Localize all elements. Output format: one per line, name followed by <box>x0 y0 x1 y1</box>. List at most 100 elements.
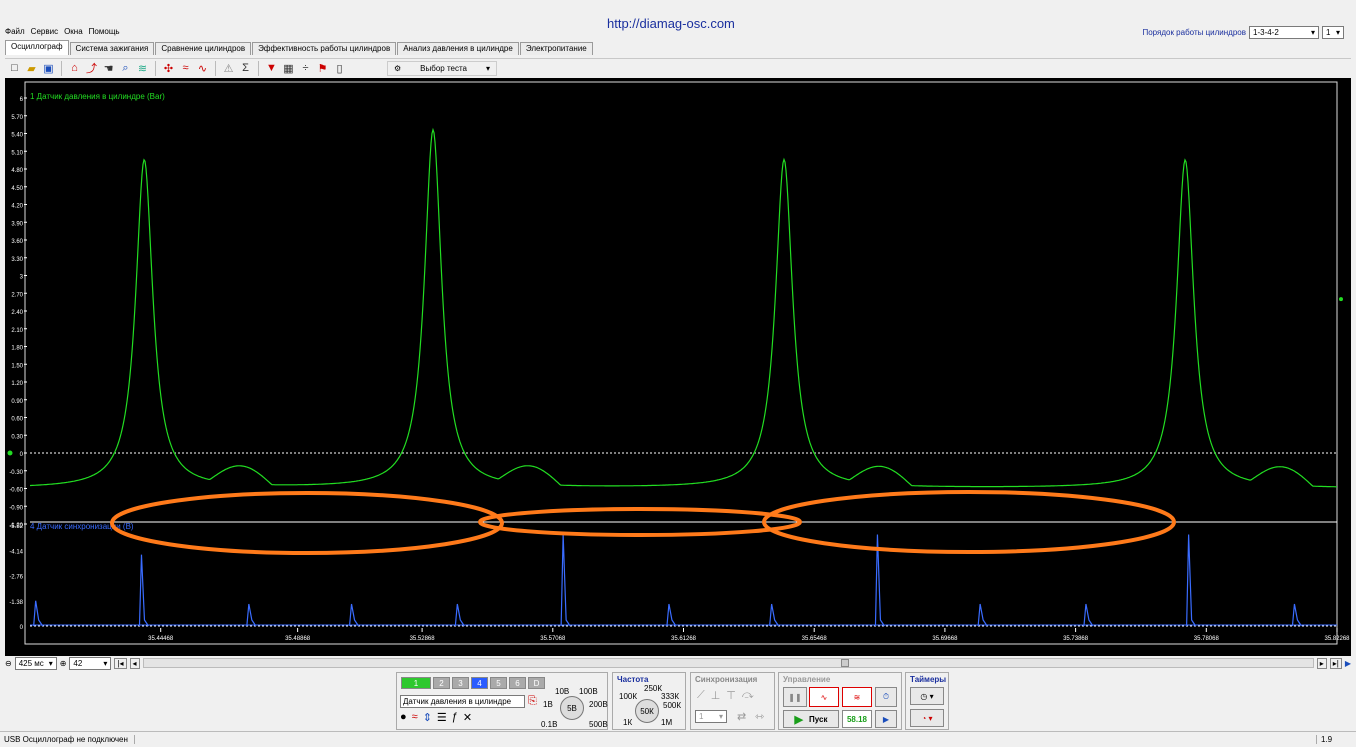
play-icon[interactable]: ▶ <box>1345 659 1351 668</box>
hand-icon[interactable]: ☚ <box>101 61 116 76</box>
sync-arrows-icon[interactable]: ⇿ <box>755 710 764 723</box>
channel-button-4[interactable]: 4 <box>471 677 488 689</box>
sigma-icon[interactable]: Σ <box>238 61 253 76</box>
rising-edge-icon[interactable]: ⟋ <box>697 689 705 702</box>
filter-icon[interactable]: ≋ <box>135 61 150 76</box>
cylinder-order-select[interactable]: 1-3-4-2 ▾ <box>1249 26 1319 39</box>
vertical-scale-icon[interactable]: ⇕ <box>423 711 432 724</box>
timebase-select[interactable]: 425 мс ▾ <box>14 656 57 670</box>
oscilloscope-view[interactable]: 6 5.70 5.40 5.10 4.80 4.50 4.20 3.90 3.60 3.30 3 2.… <box>5 78 1351 656</box>
spectrum-icon[interactable]: ∿ <box>195 61 210 76</box>
frequency-knob[interactable]: 50К <box>635 699 659 723</box>
zoom-in-icon[interactable]: ⊕ <box>60 659 67 668</box>
pulse-up-icon[interactable]: ⊥ <box>711 689 721 702</box>
ch1-tick-label: 0.60 <box>11 417 23 423</box>
channel-button-2[interactable]: 2 <box>433 677 450 689</box>
chevron-down-icon: ▾ <box>718 712 723 721</box>
cylinder-number-select[interactable]: 1 ▾ <box>1322 26 1344 39</box>
waveform-icon[interactable]: ≈ <box>412 711 418 724</box>
channel-button-1[interactable]: 1 <box>401 677 431 689</box>
first-page-icon[interactable]: |◂ <box>114 657 127 669</box>
ch1-tick-label: 4.20 <box>11 204 23 210</box>
test-select[interactable]: ⚙ Выбор теста ▾ <box>387 60 497 76</box>
time-tick-label: 35.48868 <box>285 636 311 642</box>
cursor-icon[interactable]: ⌂ <box>67 61 82 76</box>
ch1-zero-marker <box>7 450 13 456</box>
last-page-icon[interactable]: ▸| <box>1329 657 1342 669</box>
split-icon[interactable]: ✣ <box>161 61 176 76</box>
tab-cylinder-compare[interactable]: Сравнение цилиндров <box>155 42 252 55</box>
auto-sync-icon[interactable]: ⤼ <box>742 689 754 702</box>
function-icon[interactable]: ƒ <box>452 711 458 724</box>
next-page-icon[interactable]: ▸ <box>1316 657 1327 669</box>
zoom-icon[interactable]: ⌕ <box>118 61 133 76</box>
open-folder-icon[interactable]: ▰ <box>24 61 39 76</box>
auto-timer-button[interactable]: ⏱ <box>875 687 897 707</box>
ch4-pulse <box>1291 603 1302 627</box>
tab-oscilloscope[interactable]: Осциллограф <box>5 40 69 55</box>
sync-title: Синхронизация <box>695 675 758 684</box>
zoom-value: 42 <box>73 658 83 668</box>
ch1-tick-label: 2.10 <box>11 328 23 334</box>
ch4-pulse <box>560 534 571 627</box>
ch1-tick-label: 0 <box>20 452 24 458</box>
freq-100k: 100К <box>619 692 638 701</box>
sensor-select[interactable]: Датчик давления в цилиндре <box>400 695 525 708</box>
recorder-mode-button[interactable]: ≋ <box>842 687 872 707</box>
scrollbar-thumb[interactable] <box>840 659 849 667</box>
timer-button-2[interactable]: ◔ ▾ <box>910 709 944 727</box>
menu-service[interactable]: Сервис <box>31 27 58 39</box>
document-icon[interactable]: ▯ <box>332 61 347 76</box>
sensor-settings-icon[interactable]: ⎘ <box>528 695 537 708</box>
single-mode-button[interactable]: ∿ <box>809 687 839 707</box>
tab-power-supply[interactable]: Электропитание <box>519 42 593 55</box>
volt-500: 500В <box>589 720 608 729</box>
pulse-down-icon[interactable]: ⊤ <box>726 689 736 702</box>
ch1-tick-label: 2.40 <box>11 310 23 316</box>
new-file-icon[interactable]: □ <box>7 61 22 76</box>
overlay-icon[interactable]: ≈ <box>178 61 193 76</box>
tools-icon[interactable]: ✕ <box>463 711 472 724</box>
site-url[interactable]: http://diamag-osc.com <box>607 16 735 31</box>
save-icon[interactable]: ▣ <box>41 61 56 76</box>
channel-button-6[interactable]: 6 <box>509 677 526 689</box>
chevron-down-icon: ▾ <box>1335 28 1340 37</box>
menu-help[interactable]: Помощь <box>89 27 120 39</box>
channel-button-3[interactable]: 3 <box>452 677 469 689</box>
auto-play-button[interactable]: ▶ <box>875 710 897 728</box>
timers-title: Таймеры <box>910 675 947 684</box>
prev-page-icon[interactable]: ◂ <box>129 657 140 669</box>
zoom-out-icon[interactable]: ⊖ <box>5 659 12 668</box>
sync-channel-select[interactable]: 1 ▾ <box>695 710 727 723</box>
tab-ignition[interactable]: Система зажигания <box>69 42 155 55</box>
menu-windows[interactable]: Окна <box>64 27 83 39</box>
divider-icon[interactable]: ÷ <box>298 61 313 76</box>
rpm-display: 58.18 <box>842 710 872 728</box>
timer-clock-icon: ◷ ▾ <box>920 691 934 701</box>
ch1-tick-label: 1.20 <box>11 381 23 387</box>
status-connection: USB Осциллограф не подключен <box>0 735 135 744</box>
pause-button[interactable]: ❚❚ <box>783 687 807 707</box>
timer-button-1[interactable]: ◷ ▾ <box>910 687 944 705</box>
menu-file[interactable]: Файл <box>5 27 25 39</box>
pause-icon: ❚❚ <box>788 692 802 702</box>
tab-cylinder-efficiency[interactable]: Эффективность работы цилиндров <box>252 42 397 55</box>
time-scrollbar[interactable] <box>142 658 1314 668</box>
marker-icon[interactable]: ▼ <box>264 61 279 76</box>
flag-icon[interactable]: ⚑ <box>315 61 330 76</box>
channel-button-5[interactable]: 5 <box>490 677 507 689</box>
zoom-select[interactable]: 42 ▾ <box>69 656 112 670</box>
sync-mode-icon[interactable]: ⇄ <box>737 710 746 723</box>
ch1-tick-label: -0.90 <box>9 505 23 511</box>
voltage-knob[interactable]: 5В <box>560 696 584 720</box>
tab-pressure-analysis[interactable]: Анализ давления в цилиндре <box>397 42 519 55</box>
separator <box>155 60 156 76</box>
probe-icon[interactable]: ● <box>400 711 407 724</box>
math-icon[interactable]: ⚠ <box>221 61 236 76</box>
start-label: Пуск <box>809 714 828 724</box>
start-button[interactable]: ▶ Пуск <box>783 710 839 728</box>
ch4-tick-label: 0 <box>20 625 24 631</box>
lines-icon[interactable]: ☰ <box>437 711 447 724</box>
grid-icon[interactable]: ▦ <box>281 61 296 76</box>
measure-icon[interactable]: ⤴ <box>84 61 99 76</box>
